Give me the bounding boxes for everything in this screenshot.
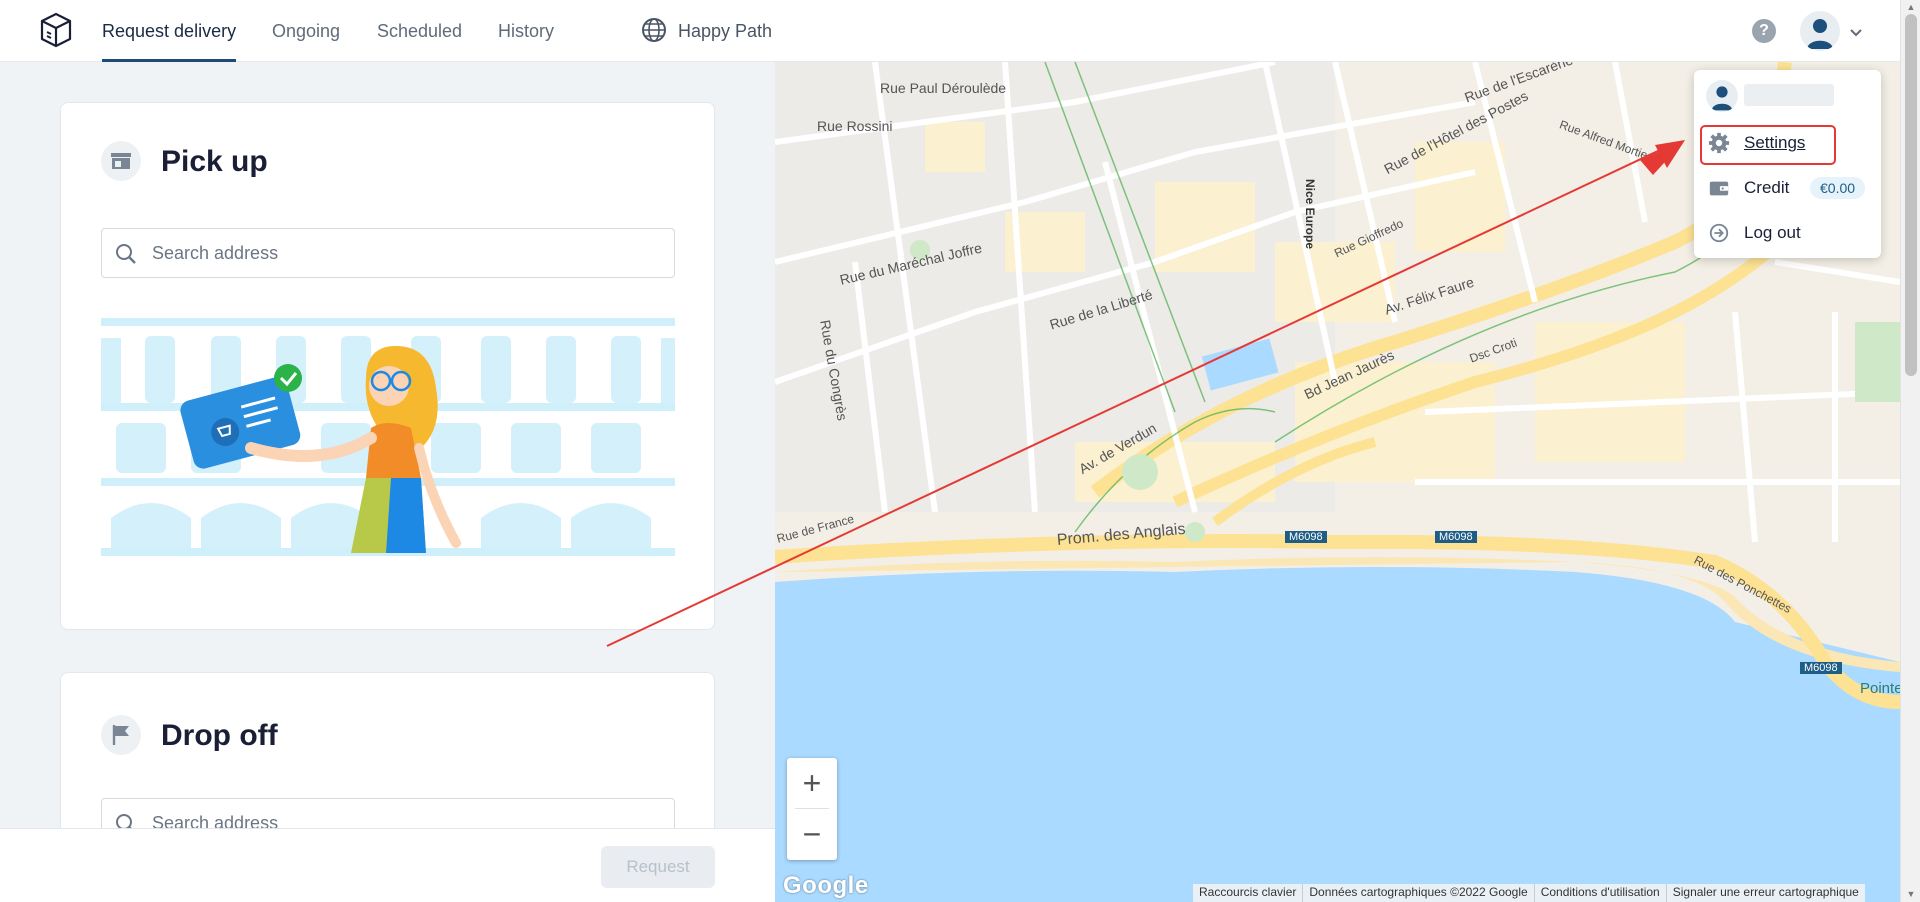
help-icon[interactable]: ? [1752,19,1776,43]
scroll-up-arrow[interactable]: ▲ [1905,1,1917,13]
pickup-title: Pick up [161,145,268,178]
menu-item-credit[interactable]: Credit €0.00 [1694,167,1881,209]
zoom-out-button[interactable]: − [787,809,837,859]
map-road-badge: M6098 [1285,531,1327,543]
report-error-link[interactable]: Signaler une erreur cartographique [1665,884,1865,902]
request-button[interactable]: Request [601,846,715,888]
map-label: Rue Paul Déroulède [880,80,1007,96]
top-navigation-bar: Request delivery Ongoing Scheduled Histo… [0,0,1920,62]
map-label: Pointe Rauba [1860,680,1900,697]
map-attribution: Raccourcis clavier Données cartographiqu… [1193,884,1865,902]
terms-link[interactable]: Conditions d'utilisation [1533,884,1666,902]
tab-ongoing[interactable]: Ongoing [272,0,340,62]
pickup-card: Pick up [60,102,715,630]
zoom-in-button[interactable]: + [787,758,837,808]
tab-scheduled[interactable]: Scheduled [377,0,462,62]
page-scrollbar[interactable]: ▲ ▼ [1900,0,1920,902]
user-menu-dropdown: Settings Credit €0.00 Log out [1694,70,1881,258]
workspace-name[interactable]: Happy Path [678,0,772,62]
search-icon [116,244,136,264]
dropoff-title: Drop off [161,719,278,752]
store-icon [101,141,141,181]
menu-item-label: Settings [1744,133,1806,152]
user-name-redacted [1744,84,1834,106]
pickup-illustration [101,318,675,556]
map-label: Rue Rossini [817,118,893,134]
chevron-down-icon[interactable] [1848,24,1864,40]
menu-item-label: Credit [1744,178,1790,197]
delivery-form-panel: Pick up Search address Drop off Search a… [0,62,775,902]
keyboard-shortcuts-link[interactable]: Raccourcis clavier [1193,884,1302,902]
map-label: Nice Europe [1303,179,1317,250]
menu-item-settings[interactable]: Settings [1694,122,1881,164]
globe-icon[interactable] [640,16,668,44]
map-data-credit: Données cartographiques ©2022 Google [1302,884,1533,902]
menu-item-label: Log out [1744,223,1801,242]
map-road-badge: M6098 [1435,531,1477,543]
credit-balance-badge: €0.00 [1810,177,1866,199]
pickup-search-field[interactable] [101,228,675,278]
scroll-down-arrow[interactable]: ▼ [1905,888,1917,900]
map-road-badge: M6098 [1800,662,1842,674]
google-logo: Google [783,872,869,899]
flag-icon [101,715,141,755]
tab-history[interactable]: History [498,0,554,62]
gear-icon [1708,132,1730,154]
menu-item-logout[interactable]: Log out [1694,212,1881,254]
form-footer-bar: Request [0,828,775,902]
pickup-search-input[interactable] [152,229,662,277]
wallet-icon [1709,181,1729,196]
user-avatar-button[interactable] [1800,11,1840,51]
scrollbar-thumb[interactable] [1905,14,1917,376]
user-avatar-icon [1706,80,1738,112]
zoom-control: + − [787,758,837,860]
box-logo-icon[interactable] [36,10,76,50]
tab-request-delivery[interactable]: Request delivery [102,0,237,62]
logout-icon [1709,223,1729,243]
user-avatar-icon [1807,19,1833,49]
